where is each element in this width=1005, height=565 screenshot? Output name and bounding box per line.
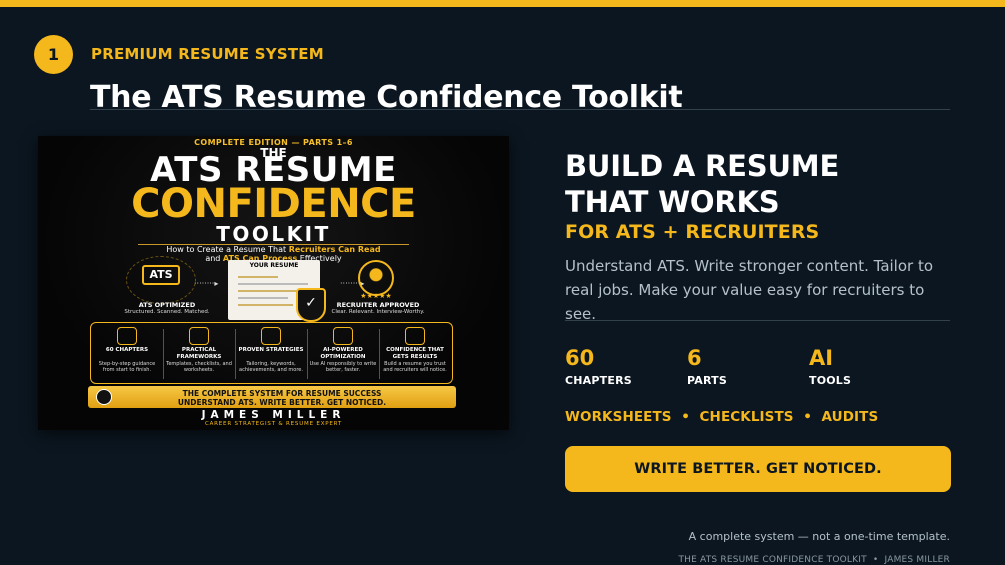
resume-line — [238, 276, 278, 278]
stat-parts: 6 PARTS — [687, 345, 727, 387]
footer-credit: THE ATS RESUME CONFIDENCE TOOLKIT • JAME… — [678, 555, 950, 565]
cover-feature: PROVEN STRATEGIES Tailoring, keywords, a… — [235, 323, 307, 385]
cover-author-role: CAREER STRATEGIST & RESUME EXPERT — [204, 421, 343, 427]
resume-line — [238, 283, 308, 285]
ats-optimized-desc: Structured. Scanned. Matched. — [124, 309, 210, 315]
book-cover-image: COMPLETE EDITION — PARTS 1–6 THE ATS RES… — [38, 136, 509, 430]
top-accent-bar — [0, 0, 1005, 7]
cover-feature-panel: 60 CHAPTERS Step-by-step guidance from s… — [90, 322, 453, 384]
cover-feature-title: PROVEN STRATEGIES — [238, 347, 304, 353]
ats-optimized-title: ATS OPTIMIZED — [138, 301, 196, 309]
cover-feature-title: PRACTICAL FRAMEWORKS — [176, 347, 222, 360]
stat-label: PARTS — [687, 374, 727, 387]
description-text: Understand ATS. Write stronger content. … — [565, 257, 934, 323]
dotted-arrow-icon: ········▸ — [194, 279, 219, 288]
section-divider — [565, 320, 950, 321]
resume-line — [238, 304, 293, 306]
resume-line — [238, 290, 298, 292]
cover-feature: CONFIDENCE THAT GETS RESULTS Build a res… — [379, 323, 451, 385]
stat-value: 60 — [565, 346, 595, 370]
headline: BUILD A RESUME THAT WORKS — [565, 148, 839, 220]
resume-line — [238, 297, 288, 299]
eyebrow-label: PREMIUM RESUME SYSTEM — [91, 45, 324, 63]
shield-check-icon — [405, 327, 425, 345]
footnote-text: A complete system — not a one-time templ… — [688, 530, 950, 543]
stat-chapters: 60 CHAPTERS — [565, 345, 632, 387]
write-better-cta-button[interactable]: WRITE BETTER. GET NOTICED. — [565, 446, 951, 492]
cover-feature-title: 60 CHAPTERS — [105, 347, 149, 353]
cover-banner: THE COMPLETE SYSTEM FOR RESUME SUCCESS U… — [88, 386, 456, 408]
cover-banner-line1: THE COMPLETE SYSTEM FOR RESUME SUCCESS — [182, 389, 382, 398]
stat-tools: AI TOOLS — [809, 345, 851, 387]
stat-value: 6 — [687, 346, 702, 370]
cover-author: JAMES MILLER — [201, 409, 346, 421]
bar-chart-icon — [261, 327, 281, 345]
title-divider — [90, 109, 950, 110]
target-icon — [117, 327, 137, 345]
cover-feature-desc: Use AI responsibly to write better, fast… — [309, 361, 377, 373]
cover-feature: AI-POWERED OPTIMIZATION Use AI responsib… — [307, 323, 379, 385]
stat-label: CHAPTERS — [565, 374, 632, 387]
cover-banner-line2: UNDERSTAND ATS. WRITE BETTER. GET NOTICE… — [177, 398, 387, 407]
cover-feature-desc: Tailoring, keywords, achievements, and m… — [239, 361, 303, 373]
step-number-badge: 1 — [34, 35, 73, 74]
cover-title-line2: CONFIDENCE — [131, 181, 416, 227]
cover-feature-title: AI-POWERED OPTIMIZATION — [320, 347, 366, 360]
checkmark-shield-icon: ✓ — [296, 288, 326, 322]
recruiter-icon — [358, 260, 394, 296]
brain-icon — [333, 327, 353, 345]
cover-subtitle-1: How to Create a Resume That Recruiters C… — [166, 245, 381, 254]
accent-subheadline: FOR ATS + RECRUITERS — [565, 221, 820, 243]
cover-feature-title: CONFIDENCE THAT GETS RESULTS — [386, 347, 444, 360]
ats-monitor-icon: ATS — [142, 265, 180, 285]
recruiter-approved-title: RECRUITER APPROVED — [336, 301, 420, 309]
cover-feature: PRACTICAL FRAMEWORKS Templates, checklis… — [163, 323, 235, 385]
star-rating-icon: ★★★★★ — [360, 292, 392, 300]
cover-feature-desc: Step-by-step guidance from start to fini… — [98, 361, 156, 373]
features-list: WORKSHEETS • CHECKLISTS • AUDITS — [565, 409, 879, 425]
headline-line2: THAT WORKS — [565, 185, 780, 219]
stat-label: TOOLS — [809, 374, 852, 387]
clipboard-icon — [189, 327, 209, 345]
recruiter-approved-desc: Clear. Relevant. Interview-Worthy. — [331, 309, 425, 315]
headline-line1: BUILD A RESUME — [565, 149, 840, 183]
cover-feature-desc: Build a resume you trust and recruiters … — [383, 361, 447, 373]
cover-feature: 60 CHAPTERS Step-by-step guidance from s… — [91, 323, 163, 385]
resume-document-title: YOUR RESUME — [249, 262, 299, 269]
step-number: 1 — [47, 45, 60, 64]
stat-value: AI — [809, 346, 834, 370]
cover-title-line3: TOOLKIT — [216, 222, 331, 246]
cover-feature-desc: Templates, checklists, and worksheets. — [166, 361, 232, 373]
